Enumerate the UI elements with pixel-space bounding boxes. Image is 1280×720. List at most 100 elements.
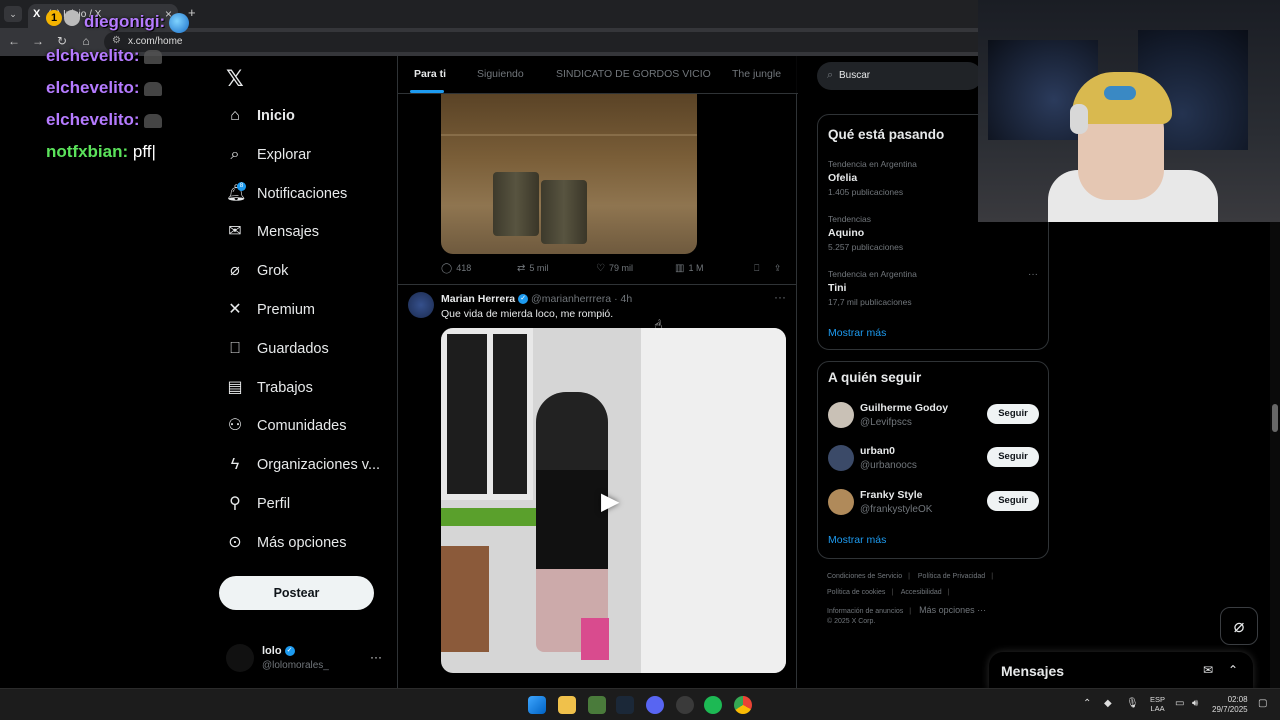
trend-item[interactable]: Tini [828, 282, 846, 294]
post-more-icon[interactable]: ··· [774, 290, 786, 304]
sidebar-item-premium[interactable]: ✕ Premium [226, 297, 315, 323]
follow-name[interactable]: urban0 [860, 445, 895, 457]
tab-para-ti[interactable]: Para ti [414, 68, 446, 80]
grok-button[interactable]: ⌀ [1220, 607, 1258, 645]
follow-button[interactable]: Seguir [987, 447, 1039, 467]
trend-item[interactable]: Ofelia [828, 172, 857, 184]
file-explorer-icon[interactable] [558, 696, 576, 714]
minecraft-icon[interactable] [588, 696, 606, 714]
sidebar-item-comunidades[interactable]: ⚇ Comunidades [226, 413, 347, 439]
sidebar-item-organizaciones[interactable]: ϟ Organizaciones v... [226, 452, 380, 478]
who-to-follow-card: A quién seguir Guilherme Godoy @Levifpsc… [817, 361, 1049, 559]
avatar[interactable] [226, 644, 254, 672]
avatar[interactable] [828, 402, 854, 428]
sidebar-item-mensajes[interactable]: ✉ Mensajes [226, 219, 319, 245]
notification-center-icon[interactable]: ▢ [1258, 698, 1267, 709]
avatar[interactable] [828, 445, 854, 471]
more-circle-icon: ⊙ [228, 534, 242, 551]
sidebar-item-guardados[interactable]: ⎕ Guardados [226, 336, 329, 362]
tab-sindicato[interactable]: SINDICATO DE GORDOS VICIO [556, 68, 711, 80]
bookmark-button[interactable]: ⎕ [754, 263, 759, 274]
volume-icon[interactable]: 🔊︎ [1192, 698, 1198, 709]
tray-overflow-icon[interactable]: ⌃ [1083, 698, 1091, 709]
share-icon[interactable]: ⇪ [774, 263, 782, 274]
chat-line: diegonigi: [84, 12, 190, 33]
account-menu-icon[interactable]: ··· [370, 650, 382, 664]
scrollbar-thumb[interactable] [1272, 404, 1278, 432]
post-video-media[interactable] [441, 94, 697, 254]
home-icon: ⌂ [230, 107, 240, 124]
sidebar-item-inicio[interactable]: ⌂ Inicio [226, 103, 295, 129]
new-message-icon[interactable]: ✉ [1203, 663, 1213, 677]
media-detail [487, 334, 493, 494]
follow-name[interactable]: Franky Style [860, 489, 922, 501]
follow-name[interactable]: Guilherme Godoy [860, 402, 948, 414]
show-more-link[interactable]: Mostrar más [828, 534, 886, 546]
reply-button[interactable]: ◯ 418 [441, 263, 471, 274]
sidebar-item-explorar[interactable]: ⌕ Explorar [226, 142, 311, 168]
tab-search-button[interactable]: ⌄ [4, 6, 22, 22]
follow-button[interactable]: Seguir [987, 404, 1039, 424]
search-icon: ⌕ [230, 146, 240, 163]
microphone-icon[interactable]: 🎙︎ [1126, 698, 1139, 709]
tab-the-jungle[interactable]: The jungle [732, 68, 781, 80]
footer-more-link[interactable]: Más opciones ··· [919, 605, 986, 615]
sidebar-item-label: Comunidades [257, 418, 347, 434]
address-bar[interactable]: ⚙ x.com/home [104, 32, 1004, 52]
chat-sep: : [133, 110, 140, 129]
chrome-icon[interactable] [734, 696, 752, 714]
sidebar-item-trabajos[interactable]: ▤ Trabajos [226, 375, 313, 401]
trend-more-icon[interactable]: ··· [1028, 269, 1038, 280]
tray-app-icon[interactable]: ◆ [1104, 698, 1112, 709]
globe-emote-icon [169, 12, 190, 33]
tab-siguiendo[interactable]: Siguiendo [477, 68, 524, 80]
sidebar-item-label: Trabajos [257, 380, 313, 396]
avatar[interactable] [828, 489, 854, 515]
sidebar-item-mas-opciones[interactable]: ⊙ Más opciones [226, 530, 346, 556]
footer-link[interactable]: Condiciones de Servicio [827, 573, 902, 580]
avatar[interactable] [408, 292, 434, 318]
steam-icon[interactable] [616, 696, 634, 714]
x-logo-icon[interactable]: 𝕏 [226, 66, 244, 92]
repost-button[interactable]: ⇄ 5 mil [517, 263, 548, 274]
forward-icon[interactable]: → [30, 34, 46, 48]
clock[interactable]: 02:08 29/7/2025 [1212, 695, 1248, 715]
collapse-icon[interactable]: ⌃ [1228, 663, 1238, 677]
chat-username: elchevelito [46, 78, 134, 97]
follow-button[interactable]: Seguir [987, 491, 1039, 511]
trend-item[interactable]: Aquino [828, 227, 864, 239]
obs-icon[interactable] [676, 696, 694, 714]
sidebar-item-perfil[interactable]: ⚲ Perfil [226, 491, 290, 517]
trend-context: Tendencia en Argentina [828, 159, 917, 169]
footer-sep: | [891, 589, 894, 596]
site-info-icon[interactable]: ⚙ [112, 35, 121, 46]
trending-title: Qué está pasando [828, 127, 945, 142]
x-favicon-icon: X [33, 8, 41, 20]
post-author-handle[interactable]: @marianherrrera [531, 293, 611, 305]
play-icon[interactable]: ▶ [601, 488, 629, 516]
footer-link[interactable]: Información de anuncios [827, 608, 903, 615]
spotify-icon[interactable] [704, 696, 722, 714]
post-time[interactable]: · 4h [614, 293, 632, 305]
footer-link[interactable]: Accesibilidad [901, 589, 942, 596]
profile-name[interactable]: lolo ✓ [262, 645, 295, 657]
footer-link[interactable]: Política de cookies [827, 589, 885, 596]
post-author-name[interactable]: Marian Herrera [441, 293, 515, 305]
language-indicator[interactable]: ESP LAA [1150, 695, 1165, 713]
like-button[interactable]: ♡ 79 mil [596, 263, 633, 274]
footer-link[interactable]: Política de Privacidad [918, 573, 985, 580]
messages-drawer[interactable]: Mensajes ✉ ⌃ [989, 652, 1253, 690]
views-button[interactable]: ▥ 1 M [675, 263, 703, 274]
post-video-media[interactable]: ▶ [441, 328, 786, 673]
show-more-link[interactable]: Mostrar más [828, 327, 886, 339]
footer-sep: | [908, 573, 910, 580]
post-button[interactable]: Postear [219, 576, 374, 610]
chat-username: elchevelito [46, 110, 134, 129]
sidebar-item-grok[interactable]: ⌀ Grok [226, 258, 288, 284]
search-input[interactable]: ⌕ Buscar [817, 62, 982, 90]
back-icon[interactable]: ← [6, 34, 22, 48]
media-detail [581, 618, 609, 660]
network-icon[interactable]: ▭ [1175, 698, 1184, 709]
discord-icon[interactable] [646, 696, 664, 714]
start-icon[interactable] [528, 696, 546, 714]
